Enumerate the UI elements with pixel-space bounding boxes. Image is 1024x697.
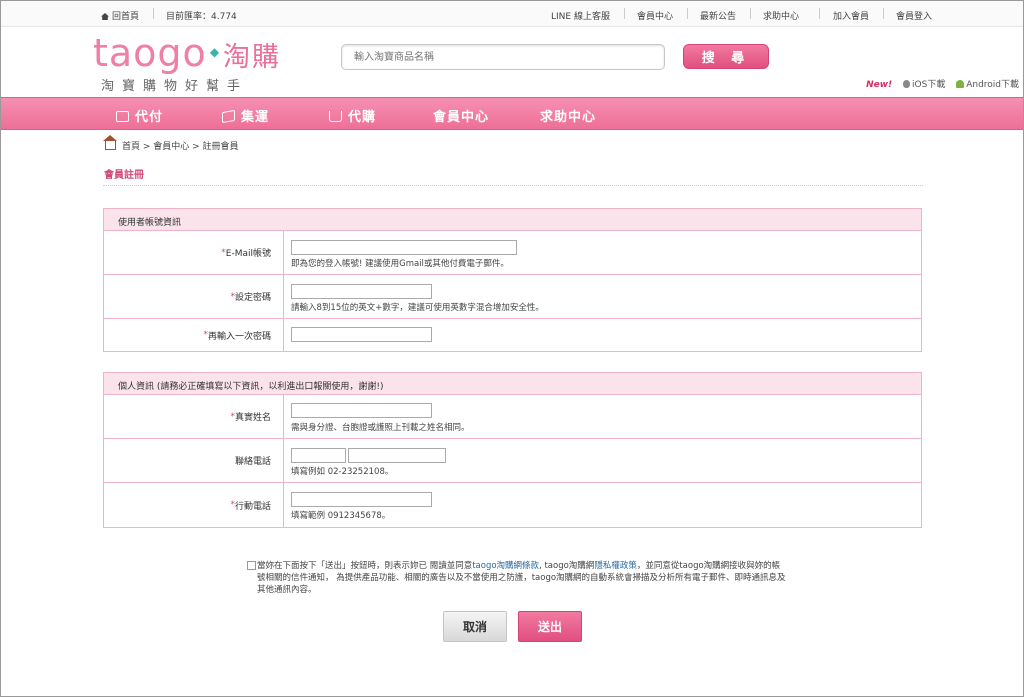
help-center-link[interactable]: 求助中心: [763, 9, 799, 22]
password-label: 設定密碼: [234, 293, 271, 303]
box-icon: [222, 109, 235, 124]
cancel-button[interactable]: 取消: [443, 611, 507, 642]
real-name-field[interactable]: [291, 403, 432, 418]
password-row: * 設定密碼 請輸入8到15位的英文+數字，建議可使用英數字混合增加安全性。: [104, 275, 921, 319]
new-badge: New!: [866, 80, 893, 90]
search-button[interactable]: 搜 尋: [683, 44, 769, 69]
line-support-link[interactable]: LINE 線上客服: [551, 9, 610, 22]
personal-section: 個人資訊 (請務必正確填寫以下資訊，以利進出口報關使用，謝謝!) * 真實姓名 需…: [103, 372, 922, 528]
exchange-rate: 目前匯率：4.774: [166, 12, 237, 22]
site-logo[interactable]: taogo ◆ 淘購: [93, 31, 281, 75]
confirm-password-label: 再輸入一次密碼: [207, 331, 271, 342]
mobile-label: 行動電話: [234, 501, 271, 512]
app-download: New! iOS下載 Android下載: [866, 77, 1019, 90]
password-field[interactable]: [291, 284, 432, 299]
terms-link[interactable]: taogo淘購網條款: [472, 561, 539, 571]
tagline: 淘寶購物好幫手: [101, 79, 249, 94]
name-row: * 真實姓名 需與身分證、台胞證或護照上刊載之姓名相同。: [104, 395, 921, 439]
announcements-link[interactable]: 最新公告: [700, 9, 736, 22]
search-box[interactable]: [341, 44, 665, 70]
home-icon: [101, 13, 109, 20]
apple-icon: [903, 80, 911, 88]
email-row: * E-Mail帳號 即為您的登入帳號! 建議使用Gmail或其他付費電子郵件。: [104, 231, 921, 275]
cart-icon: [329, 111, 342, 122]
email-hint: 即為您的登入帳號! 建議使用Gmail或其他付費電子郵件。: [291, 259, 509, 269]
android-icon: [956, 80, 965, 88]
phone-row: 聯絡電話 填寫例如 02-23252108。: [104, 439, 921, 483]
account-section-title: 使用者帳號資訊: [104, 209, 921, 231]
home-link[interactable]: 回首頁: [101, 9, 139, 22]
ios-download-link[interactable]: iOS下載: [903, 80, 945, 90]
mobile-field[interactable]: [291, 492, 432, 507]
name-label: 真實姓名: [234, 413, 271, 423]
agree-checkbox[interactable]: [247, 561, 256, 570]
confirm-password-field[interactable]: [291, 327, 432, 342]
nav-item-consolidate[interactable]: 集運: [222, 106, 269, 125]
privacy-link[interactable]: 隱私權政策: [594, 561, 637, 571]
password-hint: 請輸入8到15位的英文+數字，建議可使用英數字混合增加安全性。: [291, 303, 544, 313]
name-hint: 需與身分證、台胞證或護照上刊載之姓名相同。: [291, 423, 470, 433]
mobile-row: * 行動電話 填寫範例 0912345678。: [104, 483, 921, 527]
home-icon: [103, 135, 117, 150]
personal-section-title: 個人資訊 (請務必正確填寫以下資訊，以利進出口報關使用，謝謝!): [104, 373, 921, 395]
phone-number-field[interactable]: [348, 448, 446, 463]
page-title: 會員註冊: [104, 170, 144, 181]
wallet-icon: [116, 111, 129, 122]
submit-button[interactable]: 送出: [518, 611, 582, 642]
confirm-password-row: * 再輸入一次密碼: [104, 319, 921, 351]
account-section: 使用者帳號資訊 * E-Mail帳號 即為您的登入帳號! 建議使用Gmail或其他…: [103, 208, 922, 352]
main-nav: 代付 集運 代購 會員中心 求助中心: [1, 97, 1023, 130]
phone-area-field[interactable]: [291, 448, 346, 463]
search-input[interactable]: [342, 45, 664, 69]
divider: [103, 185, 923, 186]
member-login-link[interactable]: 會員登入: [896, 9, 932, 22]
phone-hint: 填寫例如 02-23252108。: [291, 467, 394, 477]
nav-item-member-center[interactable]: 會員中心: [433, 106, 489, 125]
agreement: 當妳在下面按下「送出」按鈕時，則表示妳已 閱讀並同意taogo淘購網條款, ta…: [247, 560, 787, 596]
nav-item-pay[interactable]: 代付: [116, 106, 163, 125]
top-bar: 回首頁 目前匯率：4.774 LINE 線上客服 會員中心 最新公告 求助中心 …: [1, 1, 1023, 27]
phone-label: 聯絡電話: [234, 457, 271, 467]
mobile-hint: 填寫範例 0912345678。: [291, 511, 391, 521]
breadcrumb: 首頁 > 會員中心 > 註冊會員: [103, 135, 239, 152]
member-center-link[interactable]: 會員中心: [637, 9, 673, 22]
join-member-link[interactable]: 加入會員: [833, 9, 869, 22]
email-field[interactable]: [291, 240, 517, 255]
email-label: E-Mail帳號: [225, 249, 271, 259]
nav-item-purchase[interactable]: 代購: [329, 106, 376, 125]
nav-item-help-center[interactable]: 求助中心: [540, 106, 596, 125]
android-download-link[interactable]: Android下載: [948, 80, 1019, 90]
